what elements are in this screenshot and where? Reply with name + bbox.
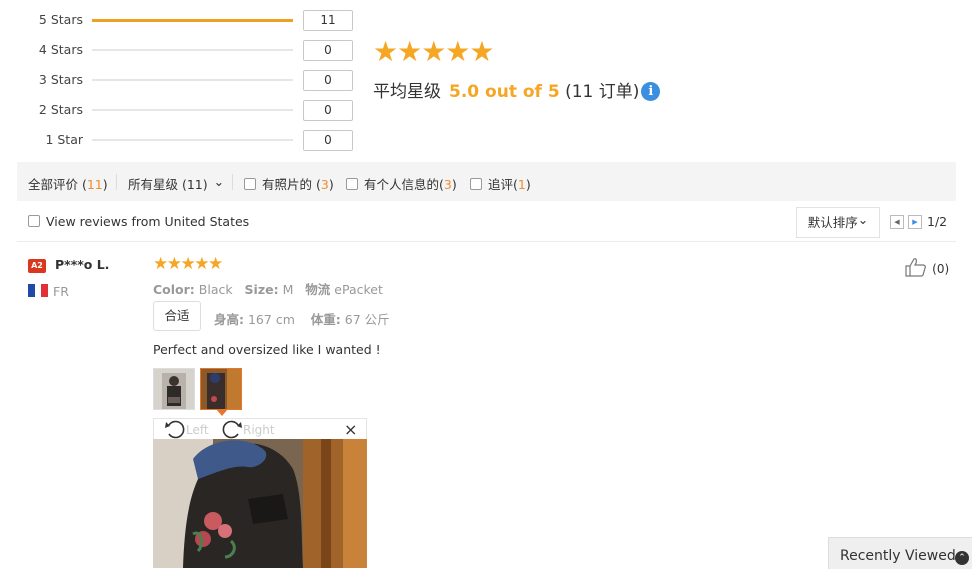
rotate-left-label: Left <box>186 423 209 437</box>
filter-all-reviews[interactable]: 全部评价 (11) <box>28 174 108 193</box>
hist-bar-2[interactable] <box>92 109 293 111</box>
size-value: M <box>282 282 294 297</box>
rotate-left-icon <box>165 420 185 439</box>
photo-viewer-toolbar: Left Right × <box>153 418 367 439</box>
rotate-right-icon <box>222 420 242 439</box>
divider-line <box>17 241 956 242</box>
photo-thumbnail-image <box>201 369 241 409</box>
chevron-down-icon: ⌄ <box>213 174 225 189</box>
filter-all-stars-dropdown[interactable]: 所有星级 (11) ⌄ <box>128 174 224 193</box>
rotate-right-button[interactable]: Right <box>221 419 275 439</box>
info-icon[interactable]: i <box>641 82 661 101</box>
hist-label-2[interactable]: 2 Stars <box>20 102 83 117</box>
reviewer-country: FR <box>53 284 69 299</box>
france-flag-icon <box>28 284 49 297</box>
filter-followup[interactable]: 追评(1) <box>470 174 531 193</box>
weight-label: 体重: <box>310 312 341 327</box>
photos-checkbox[interactable] <box>244 178 256 190</box>
prev-page-button[interactable]: ◀ <box>890 215 904 229</box>
us-reviews-filter[interactable]: View reviews from United States <box>28 214 249 229</box>
review-photo-thumb[interactable] <box>153 368 195 410</box>
filter-photos-label: 有照片的 ( <box>262 177 321 192</box>
selected-thumb-indicator <box>216 409 228 416</box>
color-label: Color: <box>153 282 195 297</box>
rotate-right-label: Right <box>243 423 275 437</box>
filter-followup-label: 追评( <box>488 177 518 192</box>
filter-bar: 全部评价 (11) 所有星级 (11) ⌄ 有照片的 (3) 有个人信息的(3)… <box>17 162 956 201</box>
filter-all-stars-label: 所有星级 (11) <box>128 177 208 192</box>
hist-bar-5[interactable] <box>92 18 293 22</box>
like-count: (0) <box>932 262 950 276</box>
filter-photos-count: 3 <box>320 177 329 192</box>
filter-all-reviews-count: 11 <box>86 177 103 192</box>
hist-count-4[interactable]: 0 <box>303 40 353 61</box>
sort-label: 默认排序 <box>807 215 858 230</box>
filter-photos-close: ) <box>328 177 334 192</box>
filter-all-reviews-label: 全部评价 ( <box>28 177 87 192</box>
average-stars: ★★★★★ <box>373 35 495 68</box>
followup-checkbox[interactable] <box>470 178 482 190</box>
chevron-up-icon: ⌃ <box>955 551 969 565</box>
hist-label-4[interactable]: 4 Stars <box>20 42 83 57</box>
filter-personal-count: 3 <box>443 177 452 192</box>
hist-count-5[interactable]: 11 <box>303 10 353 31</box>
hist-count-1[interactable]: 0 <box>303 130 353 151</box>
review-stars: ★★★★★ <box>153 254 223 274</box>
hist-bar-3[interactable] <box>92 79 293 81</box>
chevron-down-icon: ⌄ <box>857 212 869 227</box>
shipping-value: ePacket <box>334 282 383 297</box>
filter-divider <box>232 174 233 190</box>
recently-viewed-bar[interactable]: Recently Viewed ⌃ <box>828 537 972 569</box>
rotate-left-button[interactable]: Left <box>164 419 209 439</box>
filter-divider <box>116 174 117 190</box>
hist-bar-1[interactable] <box>92 139 293 141</box>
reviewer-name: P***o L. <box>55 257 110 272</box>
next-page-button[interactable]: ▶ <box>908 215 922 229</box>
sort-dropdown[interactable]: 默认排序⌄ <box>796 207 880 238</box>
hist-label-3[interactable]: 3 Stars <box>20 72 83 87</box>
filter-photos[interactable]: 有照片的 (3) <box>244 174 334 193</box>
like-button[interactable]: (0) <box>904 257 949 277</box>
thumbs-up-icon <box>905 258 926 277</box>
review-photo-large <box>153 439 367 568</box>
hist-label-5[interactable]: 5 Stars <box>20 12 83 27</box>
us-reviews-label: View reviews from United States <box>46 214 250 229</box>
order-count: (11 订单) <box>565 82 640 102</box>
hist-fill-5 <box>92 18 293 22</box>
hist-count-2[interactable]: 0 <box>303 100 353 121</box>
weight-value: 67 公斤 <box>344 312 390 327</box>
hist-bar-4[interactable] <box>92 49 293 51</box>
filter-all-reviews-close: ) <box>102 177 108 192</box>
review-photo-image <box>153 439 367 568</box>
average-rating-prefix: 平均星级 <box>373 82 441 102</box>
size-label: Size: <box>244 282 279 297</box>
average-rating-line: 平均星级 5.0 out of 5 (11 订单) i <box>373 77 661 102</box>
review-attributes: Color: Black Size: M 物流 ePacket <box>153 279 383 298</box>
filter-personal-label: 有个人信息的( <box>364 177 444 192</box>
review-photo-thumb-selected[interactable] <box>200 368 242 410</box>
page-indicator: 1/2 <box>927 214 948 229</box>
color-value: Black <box>198 282 233 297</box>
filter-followup-count: 1 <box>517 177 526 192</box>
hist-label-1[interactable]: 1 Star <box>20 132 83 147</box>
average-score: 5.0 out of 5 <box>449 82 560 102</box>
height-label: 身高: <box>214 312 244 327</box>
us-reviews-checkbox[interactable] <box>28 215 40 227</box>
body-info: 身高: 167 cm 体重: 67 公斤 <box>214 309 390 328</box>
height-value: 167 cm <box>247 312 295 327</box>
close-icon[interactable]: × <box>344 419 357 441</box>
recently-viewed-label: Recently Viewed <box>840 548 956 564</box>
hist-count-3[interactable]: 0 <box>303 70 353 91</box>
filter-personal-close: ) <box>451 177 457 192</box>
shipping-label: 物流 <box>305 282 331 297</box>
filter-personal-info[interactable]: 有个人信息的(3) <box>346 174 457 193</box>
buyer-level-badge: A2 <box>28 259 46 273</box>
photo-thumbnail-image <box>154 369 194 409</box>
fit-tag: 合适 <box>153 301 201 331</box>
personal-info-checkbox[interactable] <box>346 178 358 190</box>
filter-followup-close: ) <box>525 177 531 192</box>
review-text: Perfect and oversized like I wanted ! <box>153 342 381 357</box>
